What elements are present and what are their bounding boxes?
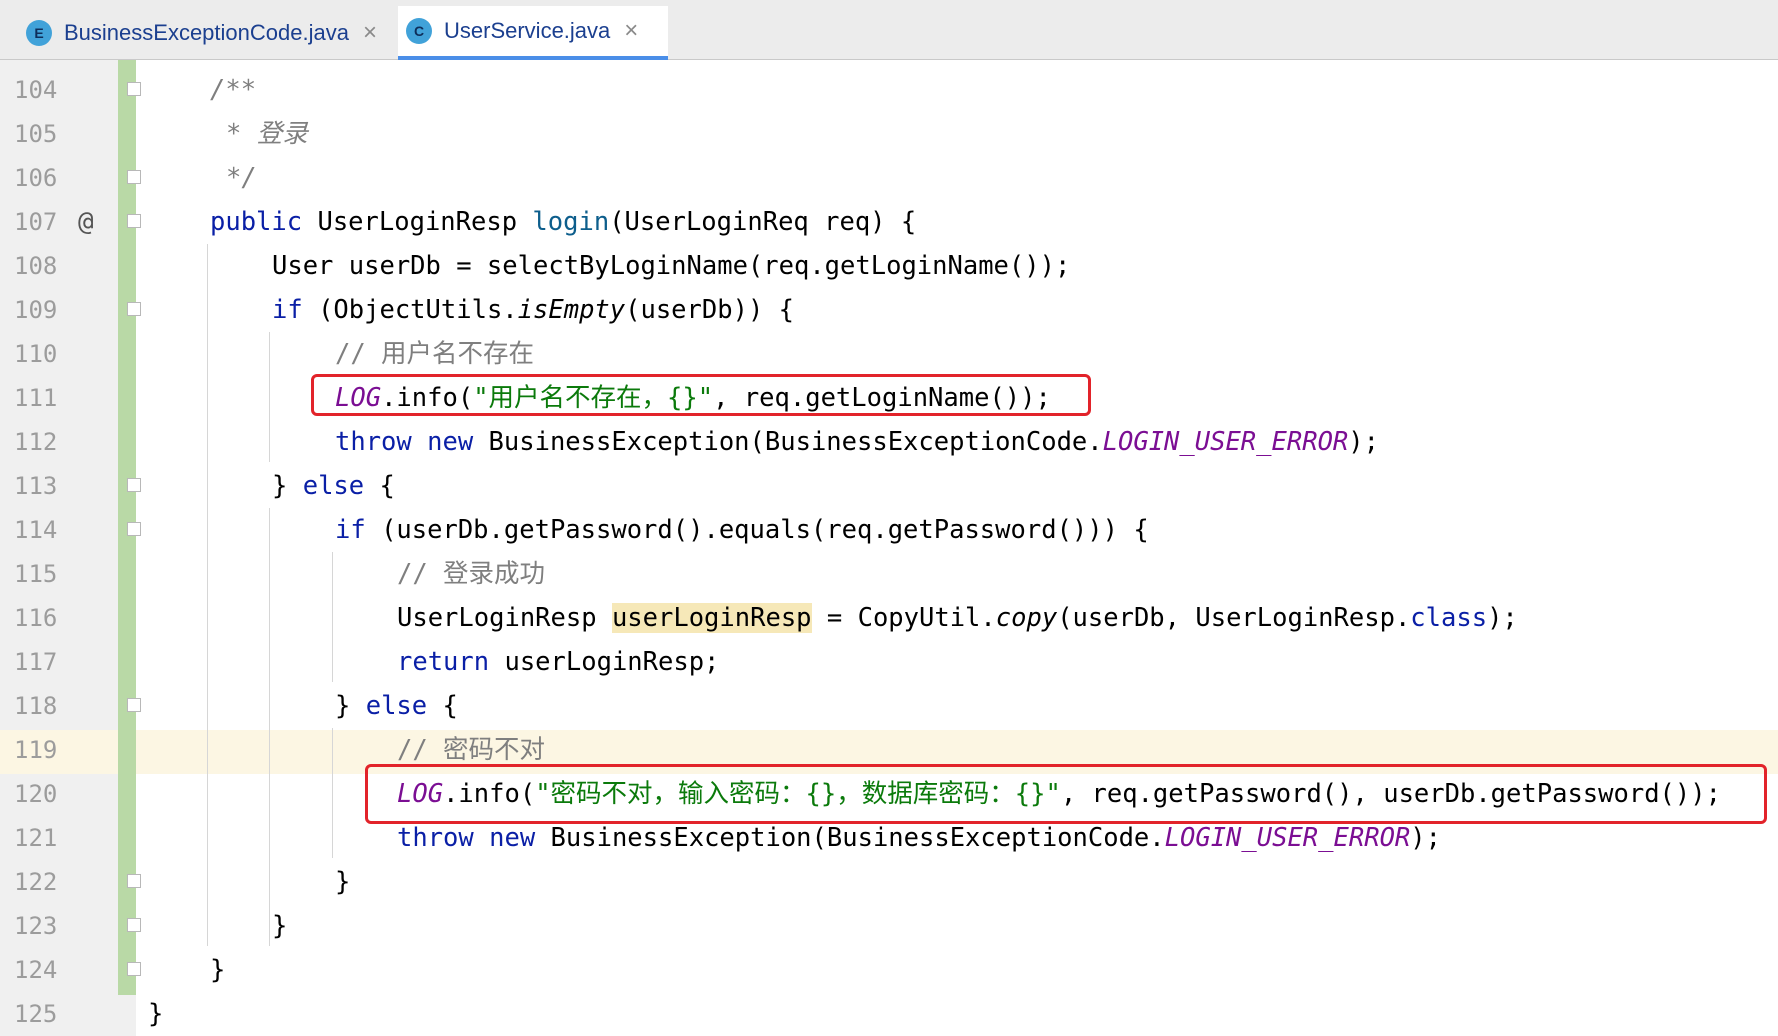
line-number[interactable]: 109 — [14, 288, 74, 332]
fold-marker-icon[interactable] — [127, 214, 141, 228]
code-line-125[interactable]: } — [148, 992, 163, 1036]
line-number[interactable]: 119 — [14, 728, 74, 772]
tab-business-exception-code[interactable]: E BusinessExceptionCode.java × — [18, 6, 394, 60]
indent-guide — [332, 728, 333, 858]
line-number[interactable]: 104 — [14, 68, 74, 112]
line-number[interactable]: 113 — [14, 464, 74, 508]
highlighted-variable[interactable]: userLoginResp — [611, 603, 812, 633]
tab-user-service[interactable]: C UserService.java × — [398, 6, 668, 60]
line-number[interactable]: 123 — [14, 904, 74, 948]
annotation-box-password-log — [365, 764, 1767, 824]
code-line-114[interactable]: if (userDb.getPassword().equals(req.getP… — [335, 508, 1149, 552]
code-line-117[interactable]: return userLoginResp; — [397, 640, 719, 684]
line-number[interactable]: 121 — [14, 816, 74, 860]
tab-label: BusinessExceptionCode.java — [64, 20, 349, 45]
fold-marker-icon[interactable] — [127, 82, 141, 96]
line-number[interactable]: 118 — [14, 684, 74, 728]
code-line-112[interactable]: throw new BusinessException(BusinessExce… — [335, 420, 1379, 464]
code-line-116[interactable]: UserLoginResp userLoginResp = CopyUtil.c… — [397, 596, 1518, 640]
override-marker-icon[interactable]: @ — [78, 200, 94, 244]
editor-tab-bar: E BusinessExceptionCode.java × C UserSer… — [0, 0, 1778, 60]
fold-marker-icon[interactable] — [127, 918, 141, 932]
indent-guide — [207, 244, 208, 946]
annotation-box-username-log — [311, 374, 1091, 416]
line-number[interactable]: 108 — [14, 244, 74, 288]
close-icon[interactable]: × — [624, 17, 638, 45]
enum-class-icon: E — [26, 20, 52, 46]
line-number[interactable]: 124 — [14, 948, 74, 992]
code-line-109[interactable]: if (ObjectUtils.isEmpty(userDb)) { — [272, 288, 794, 332]
code-line-107[interactable]: public UserLoginResp login(UserLoginReq … — [210, 200, 916, 244]
code-line-123[interactable]: } — [272, 904, 287, 948]
fold-marker-icon[interactable] — [127, 478, 141, 492]
line-number[interactable]: 111 — [14, 376, 74, 420]
fold-marker-icon[interactable] — [127, 170, 141, 184]
indent-guide — [269, 332, 270, 462]
line-number[interactable]: 125 — [14, 992, 74, 1036]
line-number[interactable]: 106 — [14, 156, 74, 200]
close-icon[interactable]: × — [363, 19, 377, 47]
indent-guide — [269, 508, 270, 946]
line-number[interactable]: 117 — [14, 640, 74, 684]
code-line-115[interactable]: // 登录成功 — [397, 552, 545, 596]
fold-marker-icon[interactable] — [127, 874, 141, 888]
tab-label: UserService.java — [444, 18, 611, 43]
code-line-118[interactable]: } else { — [335, 684, 458, 728]
code-line-110[interactable]: // 用户名不存在 — [335, 332, 534, 376]
line-number[interactable]: 122 — [14, 860, 74, 904]
indent-guide — [332, 552, 333, 682]
code-line-124[interactable]: } — [210, 948, 225, 992]
code-line-105[interactable]: * 登录 — [226, 112, 308, 156]
line-number[interactable]: 105 — [14, 112, 74, 156]
code-line-104[interactable]: /** — [210, 68, 256, 112]
line-number[interactable]: 115 — [14, 552, 74, 596]
line-number[interactable]: 114 — [14, 508, 74, 552]
line-number[interactable]: 112 — [14, 420, 74, 464]
line-number[interactable]: 107 — [14, 200, 74, 244]
class-icon: C — [406, 18, 432, 44]
line-number[interactable]: 120 — [14, 772, 74, 816]
code-line-108[interactable]: User userDb = selectByLoginName(req.getL… — [272, 244, 1070, 288]
code-line-113[interactable]: } else { — [272, 464, 395, 508]
code-line-122[interactable]: } — [335, 860, 350, 904]
line-number[interactable]: 116 — [14, 596, 74, 640]
fold-marker-icon[interactable] — [127, 962, 141, 976]
fold-marker-icon[interactable] — [127, 302, 141, 316]
line-number[interactable]: 110 — [14, 332, 74, 376]
code-line-106[interactable]: */ — [226, 156, 257, 200]
fold-marker-icon[interactable] — [127, 698, 141, 712]
fold-marker-icon[interactable] — [127, 522, 141, 536]
